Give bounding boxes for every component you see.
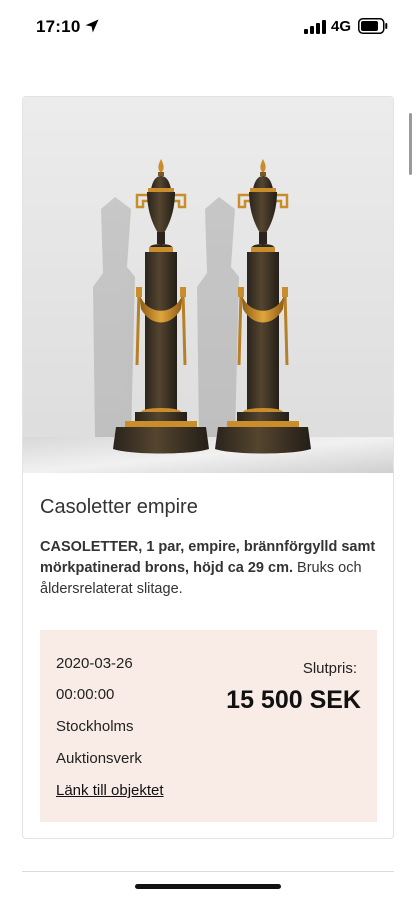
item-photo[interactable] — [23, 97, 393, 473]
cellular-signal-icon — [304, 20, 326, 34]
network-type: 4G — [331, 18, 352, 35]
location-arrow-icon — [85, 19, 99, 33]
final-price-label: Slutpris: — [302, 660, 357, 677]
sale-info-box: 2020-03-26 00:00:00 Stockholms Auktionsv… — [40, 630, 377, 822]
status-time: 17:10 — [36, 17, 81, 36]
auction-house-line1: Stockholms — [56, 718, 134, 735]
home-indicator[interactable] — [135, 884, 281, 889]
item-title: Casoletter empire — [40, 496, 198, 518]
object-link[interactable]: Länk till objektet — [56, 782, 164, 799]
auction-house-line2: Auktionsverk — [56, 750, 142, 767]
item-card: Casoletter empire CASOLETTER, 1 par, emp… — [22, 96, 394, 839]
sale-time: 00:00:00 — [56, 686, 115, 703]
scroll-indicator — [409, 113, 412, 175]
status-bar: 17:10 4G — [0, 0, 416, 52]
sale-date: 2020-03-26 — [56, 655, 133, 672]
item-description: CASOLETTER, 1 par, empire, brännförgylld… — [40, 537, 385, 600]
battery-icon — [358, 18, 388, 34]
final-price: 15 500 SEK — [226, 686, 361, 714]
divider — [22, 871, 394, 872]
